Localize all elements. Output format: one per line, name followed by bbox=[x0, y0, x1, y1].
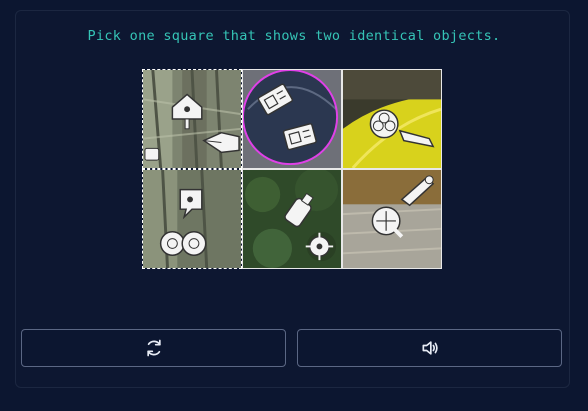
captcha-grid bbox=[142, 69, 442, 269]
captcha-tile-4[interactable] bbox=[142, 169, 242, 269]
speaker-icon bbox=[422, 341, 438, 355]
captcha-tile-2[interactable] bbox=[242, 69, 342, 169]
tile-4-image bbox=[143, 170, 241, 268]
tile-2-image bbox=[243, 70, 341, 168]
refresh-icon bbox=[146, 339, 161, 357]
captcha-tile-5[interactable] bbox=[242, 169, 342, 269]
captcha-tile-3[interactable] bbox=[342, 69, 442, 169]
captcha-prompt: Pick one square that shows two identical… bbox=[87, 28, 501, 44]
captcha-tile-6[interactable] bbox=[342, 169, 442, 269]
refresh-button[interactable] bbox=[21, 329, 286, 367]
small-badge-icon bbox=[144, 147, 160, 161]
flower-icon bbox=[369, 109, 399, 139]
tile-3-image bbox=[343, 70, 441, 168]
captcha-tile-1[interactable] bbox=[142, 69, 242, 169]
audio-challenge-button[interactable] bbox=[297, 329, 562, 367]
tile-5-image bbox=[243, 170, 341, 268]
tile-1-image bbox=[143, 70, 241, 168]
tile-6-image bbox=[343, 170, 441, 268]
